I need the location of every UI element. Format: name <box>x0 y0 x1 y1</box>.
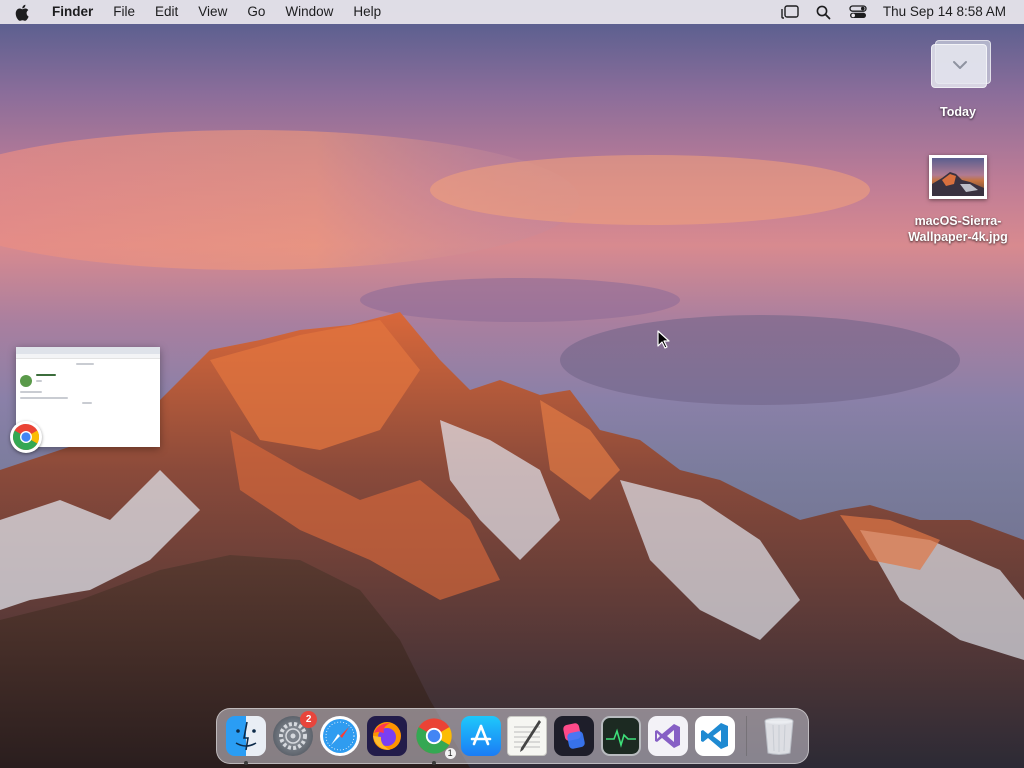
app-store-icon <box>460 716 501 756</box>
dock-item-system-settings[interactable]: 2 <box>271 711 318 758</box>
menu-go[interactable]: Go <box>237 0 275 24</box>
shortcuts-icon <box>554 716 595 756</box>
menu-edit[interactable]: Edit <box>145 0 188 24</box>
chrome-icon[interactable] <box>10 421 42 453</box>
dock-item-activity-monitor[interactable] <box>599 714 643 758</box>
preview-avatar <box>20 375 32 387</box>
running-indicator <box>431 761 436 765</box>
dock-item-trash[interactable] <box>757 714 801 758</box>
dock-item-firefox[interactable] <box>365 714 409 758</box>
mouse-cursor-icon <box>657 330 670 349</box>
desktop-item-label: Today <box>940 105 976 119</box>
preview-line <box>20 397 68 399</box>
preview-line <box>36 380 42 382</box>
firefox-icon <box>366 716 407 756</box>
notification-badge: 2 <box>300 711 318 728</box>
dock-item-chrome[interactable]: 1 <box>412 714 456 765</box>
preview-line <box>36 374 56 376</box>
menu-app-finder[interactable]: Finder <box>44 0 103 24</box>
chevron-down-icon <box>953 61 967 69</box>
activity-monitor-icon <box>601 716 642 756</box>
image-file-icon <box>929 155 987 199</box>
preview-line <box>82 402 92 404</box>
preview-tab-bar <box>16 347 160 354</box>
textedit-icon <box>507 716 548 756</box>
spotlight-search-icon[interactable] <box>807 0 841 24</box>
dock-item-app-store[interactable] <box>459 714 503 758</box>
dock-item-visual-studio[interactable] <box>646 714 690 758</box>
status-area: Thu Sep 14 8:58 AM <box>773 0 1024 24</box>
vscode-icon <box>694 716 735 756</box>
menu-file[interactable]: File <box>103 0 145 24</box>
desktop-item-label-line1: macOS-Sierra- <box>914 214 1002 228</box>
preview-url-bar <box>16 354 160 359</box>
desktop-stack-today[interactable]: Today <box>898 40 1018 120</box>
menubar-clock[interactable]: Thu Sep 14 8:58 AM <box>875 0 1024 24</box>
desktop-file-wallpaper[interactable]: macOS-Sierra- Wallpaper-4k.jpg <box>898 155 1018 245</box>
dock-item-finder[interactable] <box>225 714 269 765</box>
dock-item-shortcuts[interactable] <box>552 714 596 758</box>
stage-manager-icon[interactable] <box>773 0 807 24</box>
visual-studio-icon <box>647 716 688 756</box>
dock-item-safari[interactable] <box>318 714 362 758</box>
control-center-icon[interactable] <box>841 0 875 24</box>
apple-logo-icon[interactable] <box>0 4 44 21</box>
dock: 2 1 <box>216 708 809 765</box>
dock-item-textedit[interactable] <box>505 714 549 758</box>
dock-separator <box>746 716 748 756</box>
dock-item-vscode[interactable] <box>693 714 737 758</box>
menu-window[interactable]: Window <box>275 0 343 24</box>
stack-folder-icon <box>927 40 991 98</box>
menu-view[interactable]: View <box>188 0 237 24</box>
safari-icon <box>320 716 361 756</box>
preview-line <box>20 391 42 393</box>
preview-line <box>76 363 94 365</box>
desktop-item-label-line2: Wallpaper-4k.jpg <box>908 230 1008 244</box>
menu-help[interactable]: Help <box>343 0 391 24</box>
window-count-badge: 1 <box>444 748 456 759</box>
finder-icon <box>226 716 267 756</box>
trash-icon <box>759 716 799 756</box>
menu-bar: Finder File Edit View Go Window Help Thu… <box>0 0 1024 24</box>
